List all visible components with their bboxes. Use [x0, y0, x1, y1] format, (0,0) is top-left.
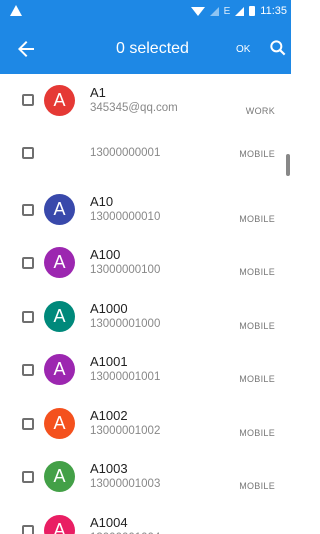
contact-row[interactable]: A A1003 13000001003 MOBILE	[0, 447, 291, 501]
wifi-icon	[190, 6, 205, 16]
contact-row[interactable]: A A1004 13000001004 MOBILE	[0, 501, 291, 534]
checkbox[interactable]	[22, 147, 34, 159]
contact-name: A1000	[90, 301, 128, 316]
network-type: E	[223, 5, 231, 17]
signal-strength-icon	[235, 6, 245, 16]
contact-detail: 345345@qq.com	[90, 102, 178, 114]
contact-name: A1	[90, 85, 106, 100]
contact-row[interactable]: 13000000001 MOBILE	[0, 127, 291, 180]
battery-icon	[249, 6, 256, 16]
checkbox[interactable]	[22, 94, 34, 106]
contact-name: A100	[90, 247, 121, 262]
contact-type: MOBILE	[239, 149, 275, 159]
selection-count: 0 selected	[116, 40, 189, 57]
checkbox[interactable]	[22, 364, 34, 376]
contact-type: MOBILE	[239, 374, 275, 384]
checkbox[interactable]	[22, 471, 34, 483]
contact-name: A1004	[90, 515, 128, 530]
contact-row[interactable]: A A1000 13000001000 MOBILE	[0, 287, 291, 340]
status-bar: E 11:35	[0, 0, 291, 24]
contact-detail: 13000001003	[90, 478, 161, 490]
checkbox[interactable]	[22, 525, 34, 534]
signal-icon	[209, 6, 219, 16]
contact-detail: 13000001000	[90, 318, 161, 330]
contact-detail: 13000001001	[90, 371, 161, 383]
avatar: A	[44, 247, 75, 278]
ok-button[interactable]: OK	[236, 44, 250, 55]
contact-detail: 13000000010	[90, 211, 161, 223]
contact-type: MOBILE	[239, 321, 275, 331]
contact-row[interactable]: A A1002 13000001002 MOBILE	[0, 394, 291, 447]
contact-row[interactable]: A A100 13000000100 MOBILE	[0, 233, 291, 287]
avatar: A	[44, 408, 75, 439]
checkbox[interactable]	[22, 257, 34, 269]
back-arrow-icon[interactable]	[14, 37, 38, 61]
scrollbar[interactable]	[286, 154, 290, 176]
contact-detail: 13000000001	[90, 147, 161, 159]
avatar: A	[44, 301, 75, 332]
avatar: A	[44, 515, 75, 534]
contact-detail: 13000001002	[90, 425, 161, 437]
contact-type: MOBILE	[239, 267, 275, 277]
contact-name: A1002	[90, 408, 128, 423]
contact-row[interactable]: A A10 13000000010 MOBILE	[0, 180, 291, 233]
checkbox[interactable]	[22, 311, 34, 323]
contact-row[interactable]: A A1001 13000001001 MOBILE	[0, 340, 291, 394]
contact-list[interactable]: A A1 345345@qq.com WORK 13000000001 MOBI…	[0, 74, 291, 534]
contact-row[interactable]: A A1 345345@qq.com WORK	[0, 74, 291, 127]
avatar: A	[44, 85, 75, 116]
contact-detail: 13000000100	[90, 264, 161, 276]
checkbox[interactable]	[22, 204, 34, 216]
app-bar: 0 selected OK	[0, 24, 291, 74]
warning-icon	[10, 5, 22, 16]
contact-name: A10	[90, 194, 114, 209]
avatar: A	[44, 461, 75, 492]
search-icon[interactable]	[268, 38, 288, 58]
contact-name: A1003	[90, 461, 128, 476]
contact-type: MOBILE	[239, 214, 275, 224]
avatar: A	[44, 354, 75, 385]
contact-type: WORK	[245, 106, 275, 116]
contact-name: A1001	[90, 354, 128, 369]
clock: 11:35	[260, 5, 287, 17]
contact-type: MOBILE	[239, 428, 275, 438]
checkbox[interactable]	[22, 418, 34, 430]
avatar: A	[44, 194, 75, 225]
contact-type: MOBILE	[239, 481, 275, 491]
